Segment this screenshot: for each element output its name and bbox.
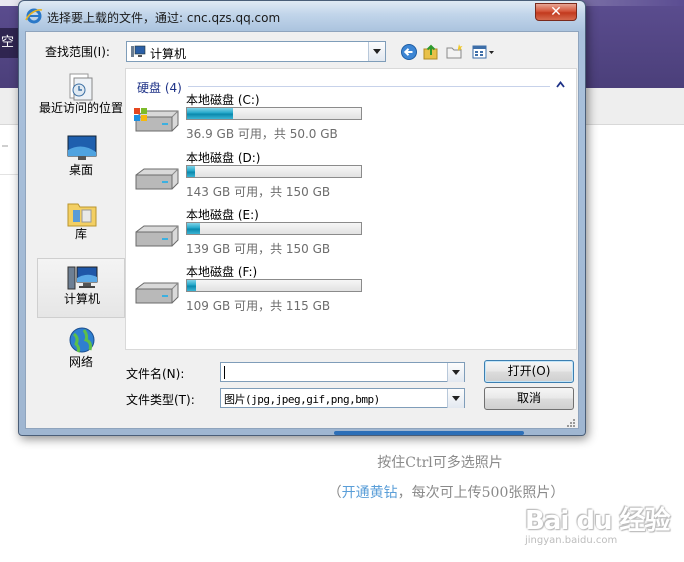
filetype-dropdown[interactable]: 图片(jpg,jpeg,gif,png,bmp) xyxy=(220,388,465,408)
close-button[interactable]: ✕ xyxy=(535,3,577,21)
drive-name: 本地磁盘 (E:) xyxy=(186,208,259,222)
recent-places-icon xyxy=(69,73,93,101)
libraries-icon xyxy=(67,203,97,227)
drive-usage-fill xyxy=(187,108,233,119)
drive-capacity-info: 139 GB 可用，共 150 GB xyxy=(186,242,331,256)
drive-usage-fill xyxy=(187,223,200,234)
filename-input[interactable] xyxy=(220,362,465,382)
up-folder-icon[interactable] xyxy=(422,43,440,61)
back-arrow-icon[interactable] xyxy=(400,43,418,61)
dialog-titlebar[interactable]: 选择要上载的文件，通过: cnc.qzs.qq.com xyxy=(19,1,585,31)
hard-drive-icon xyxy=(135,225,179,247)
views-menu-icon[interactable] xyxy=(472,43,498,61)
drive-capacity-info: 36.9 GB 可用，共 50.0 GB xyxy=(186,127,338,141)
drive-item[interactable]: 本地磁盘 (E:) 139 GB 可用，共 150 GB xyxy=(132,206,572,262)
drive-capacity-info: 109 GB 可用，共 115 GB xyxy=(186,299,331,313)
computer-icon xyxy=(131,45,146,57)
chevron-down-icon[interactable] xyxy=(447,389,464,408)
filetype-value: 图片(jpg,jpeg,gif,png,bmp) xyxy=(224,393,380,406)
place-label: 桌面 xyxy=(68,163,93,177)
page-divider xyxy=(0,174,18,175)
chevron-down-icon[interactable] xyxy=(368,42,385,61)
vip-link[interactable]: 开通黄钻 xyxy=(342,485,398,501)
drive-usage-bar xyxy=(186,222,362,235)
place-desktop[interactable]: 桌面 xyxy=(37,130,125,190)
open-button[interactable]: 打开(O) xyxy=(484,360,574,383)
file-upload-dialog: 选择要上载的文件，通过: cnc.qzs.qq.com ✕ 查找范围(I): 计… xyxy=(18,0,586,436)
dialog-title: 选择要上载的文件，通过: cnc.qzs.qq.com xyxy=(47,11,281,25)
place-recent[interactable]: 最近访问的位置 xyxy=(37,68,125,128)
drive-name: 本地磁盘 (F:) xyxy=(186,265,258,279)
drive-item[interactable]: 本地磁盘 (C:) 36.9 GB 可用，共 50.0 GB xyxy=(132,91,572,147)
multi-select-hint: 按住Ctrl可多选照片 xyxy=(377,455,503,471)
place-libraries[interactable]: 库 xyxy=(37,194,125,254)
chevron-down-icon[interactable] xyxy=(447,363,464,382)
page-left-tab[interactable]: 空 xyxy=(0,28,18,58)
group-separator-line xyxy=(188,86,550,87)
look-in-value: 计算机 xyxy=(150,47,187,61)
computer-icon xyxy=(67,266,98,290)
drive-capacity-info: 143 GB 可用，共 150 GB xyxy=(186,185,331,199)
hard-drive-icon xyxy=(135,168,179,190)
drive-usage-fill xyxy=(187,166,195,177)
system-drive-icon xyxy=(134,108,179,132)
drive-name: 本地磁盘 (C:) xyxy=(186,93,260,107)
drive-name: 本地磁盘 (D:) xyxy=(186,151,261,165)
page-separator xyxy=(2,145,8,147)
drive-item[interactable]: 本地磁盘 (D:) 143 GB 可用，共 150 GB xyxy=(132,149,572,205)
look-in-dropdown[interactable]: 计算机 xyxy=(126,41,386,62)
page-scrollbar-thumb[interactable] xyxy=(334,431,524,435)
drive-usage-fill xyxy=(187,280,196,291)
vip-hint-suffix: ，每次可上传500张照片） xyxy=(397,485,565,501)
place-label: 计算机 xyxy=(63,292,100,306)
place-label: 最近访问的位置 xyxy=(38,101,123,115)
internet-explorer-icon xyxy=(25,8,43,24)
cancel-button[interactable]: 取消 xyxy=(484,387,574,410)
new-folder-icon[interactable] xyxy=(446,43,464,61)
look-in-label: 查找范围(I): xyxy=(45,45,110,59)
network-icon xyxy=(69,327,95,353)
resize-grip-icon[interactable] xyxy=(566,418,576,428)
vip-hint-open: （ xyxy=(327,485,342,501)
places-bar: 最近访问的位置 桌面 库 计算机 网络 xyxy=(31,68,125,369)
hard-drive-icon xyxy=(135,282,179,304)
vip-hint: （开通黄钻，每次可上传500张照片） xyxy=(306,482,586,502)
dialog-client-area: 查找范围(I): 计算机 最近访问的位置 桌面 库 计算机 网络 硬盘 (4) … xyxy=(25,31,579,429)
chevron-up-icon[interactable] xyxy=(556,81,565,88)
text-caret xyxy=(224,366,225,379)
close-icon: ✕ xyxy=(550,4,562,20)
drive-usage-bar xyxy=(186,279,362,292)
desktop-icon xyxy=(67,135,97,160)
drive-usage-bar xyxy=(186,165,362,178)
watermark-logo: Bai du 经验 xyxy=(525,506,670,536)
baidu-watermark: Bai du 经验 jingyan.baidu.com xyxy=(525,500,675,555)
place-computer[interactable]: 计算机 xyxy=(37,258,125,318)
watermark-url: jingyan.baidu.com xyxy=(525,535,618,546)
drive-item[interactable]: 本地磁盘 (F:) 109 GB 可用，共 115 GB xyxy=(132,263,572,319)
place-network[interactable]: 网络 xyxy=(37,322,125,382)
place-label: 网络 xyxy=(68,355,93,369)
place-label: 库 xyxy=(74,227,87,241)
filetype-label: 文件类型(T): xyxy=(126,393,195,407)
file-list-view[interactable]: 硬盘 (4) 本地磁盘 (C:) 36.9 GB 可用，共 50.0 GB 本地磁盘… xyxy=(125,68,577,350)
filename-label: 文件名(N): xyxy=(126,367,185,381)
drive-usage-bar xyxy=(186,107,362,120)
